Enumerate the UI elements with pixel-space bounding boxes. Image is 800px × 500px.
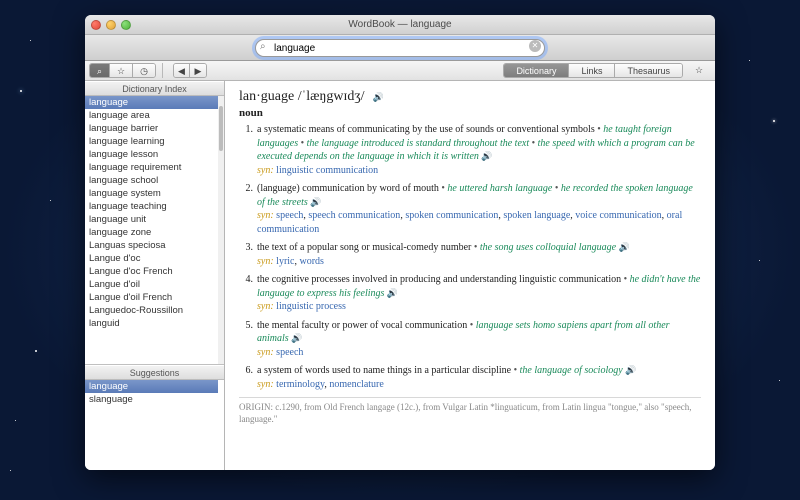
definition-item: 3.the text of a popular song or musical-… (243, 241, 701, 268)
history-button[interactable]: ◷ (133, 64, 155, 77)
synonym-link[interactable]: lyric (276, 256, 294, 267)
list-item[interactable]: language teaching (85, 200, 218, 213)
synonym-link[interactable]: linguistic communication (276, 165, 378, 176)
list-item[interactable]: language unit (85, 213, 218, 226)
definition-number: 3. (243, 241, 257, 268)
search-input[interactable] (255, 39, 545, 57)
list-item[interactable]: language lesson (85, 148, 218, 161)
definition-number: 5. (243, 319, 257, 360)
tab-dictionary[interactable]: Dictionary (504, 64, 569, 77)
definition-body: the mental faculty or power of vocal com… (257, 319, 701, 360)
suggestions-panel: Suggestions languageslanguage (85, 365, 224, 470)
app-window: WordBook — language ⌕ ✕ ⌕ ☆ ◷ ◀ ▶ Dictio… (85, 15, 715, 470)
origin-label: ORIGIN: (239, 402, 273, 412)
definition-item: 2.(language) communication by word of mo… (243, 182, 701, 236)
origin-text: c.1290, from Old French langage (12c.), … (239, 402, 691, 424)
list-item[interactable]: Langue d'oc (85, 252, 218, 265)
synonym-link[interactable]: speech communication (308, 210, 400, 221)
window-title: WordBook — language (131, 19, 669, 30)
list-item[interactable]: language barrier (85, 122, 218, 135)
synonym-link[interactable]: speech (276, 347, 303, 358)
synonym-link[interactable]: spoken language (503, 210, 570, 221)
scroll-thumb[interactable] (219, 106, 223, 151)
segment-bar: ⌕ ☆ ◷ ◀ ▶ Dictionary Links Thesaurus ☆ (85, 61, 715, 81)
definition-item: 6.a system of words used to name things … (243, 364, 701, 391)
list-item[interactable]: Languedoc-Roussillon (85, 304, 218, 317)
synonym-link[interactable]: nomenclature (329, 379, 383, 390)
list-item[interactable]: slanguage (85, 393, 218, 406)
view-tabs: Dictionary Links Thesaurus (503, 63, 683, 78)
list-item[interactable]: language zone (85, 226, 218, 239)
body: Dictionary Index languagelanguage areala… (85, 81, 715, 470)
suggestions-header: Suggestions (85, 365, 224, 380)
back-button[interactable]: ◀ (174, 64, 190, 77)
clear-search-icon[interactable]: ✕ (529, 40, 541, 52)
content: lan·guage /ˈlæŋgwɪdʒ/ 🔊 noun 1.a systema… (225, 81, 715, 470)
scrollbar[interactable] (218, 96, 224, 364)
bookmark-button[interactable]: ☆ (689, 65, 709, 76)
forward-button[interactable]: ▶ (190, 64, 206, 77)
synonym-link[interactable]: linguistic process (276, 301, 346, 312)
sidebar: Dictionary Index languagelanguage areala… (85, 81, 225, 470)
headword: lan·guage /ˈlæŋgwɪdʒ/ 🔊 (239, 89, 701, 105)
list-item[interactable]: language area (85, 109, 218, 122)
definition-number: 1. (243, 123, 257, 177)
definitions: 1.a systematic means of communicating by… (239, 123, 701, 391)
divider (162, 63, 163, 78)
search-mode-button[interactable]: ⌕ (90, 64, 110, 77)
list-item[interactable]: language system (85, 187, 218, 200)
search-wrap: ⌕ ✕ (255, 38, 545, 58)
toolbar: ⌕ ✕ (85, 35, 715, 61)
list-item[interactable]: Languas speciosa (85, 239, 218, 252)
close-button[interactable] (91, 20, 101, 30)
suggestions-list[interactable]: languageslanguage (85, 380, 224, 470)
titlebar: WordBook — language (85, 15, 715, 35)
list-item[interactable]: Langue d'oil (85, 278, 218, 291)
tab-links[interactable]: Links (569, 64, 615, 77)
favorites-button[interactable]: ☆ (110, 64, 133, 77)
definition-body: the text of a popular song or musical-co… (257, 241, 701, 268)
search-icon: ⌕ (260, 41, 266, 52)
list-item[interactable]: languid (85, 317, 218, 330)
definition-item: 4.the cognitive processes involved in pr… (243, 273, 701, 314)
list-item[interactable]: language learning (85, 135, 218, 148)
list-item[interactable]: language school (85, 174, 218, 187)
definition-item: 1.a systematic means of communicating by… (243, 123, 701, 177)
index-list[interactable]: languagelanguage arealanguage barrierlan… (85, 96, 224, 364)
headword-text: lan·guage /ˈlæŋgwɪdʒ/ (239, 89, 365, 105)
list-item[interactable]: Langue d'oil French (85, 291, 218, 304)
index-panel: Dictionary Index languagelanguage areala… (85, 81, 224, 365)
index-header: Dictionary Index (85, 81, 224, 96)
zoom-button[interactable] (121, 20, 131, 30)
definition-body: the cognitive processes involved in prod… (257, 273, 701, 314)
speaker-icon[interactable]: 🔊 (373, 92, 384, 103)
synonym-link[interactable]: spoken communication (405, 210, 498, 221)
synonym-link[interactable]: voice communication (575, 210, 661, 221)
definition-number: 4. (243, 273, 257, 314)
list-item[interactable]: language (85, 96, 218, 109)
part-of-speech: noun (239, 107, 701, 119)
tab-thesaurus[interactable]: Thesaurus (615, 64, 682, 77)
definition-body: a systematic means of communicating by t… (257, 123, 701, 177)
list-item[interactable]: Langue d'oc French (85, 265, 218, 278)
left-segment-group: ⌕ ☆ ◷ (89, 63, 156, 78)
list-item[interactable]: language requirement (85, 161, 218, 174)
definition-body: a system of words used to name things in… (257, 364, 701, 391)
definition-item: 5.the mental faculty or power of vocal c… (243, 319, 701, 360)
definition-number: 2. (243, 182, 257, 236)
synonym-link[interactable]: words (300, 256, 324, 267)
definition-number: 6. (243, 364, 257, 391)
list-item[interactable]: language (85, 380, 218, 393)
nav-arrows: ◀ ▶ (173, 63, 207, 78)
synonym-link[interactable]: terminology (276, 379, 324, 390)
definition-body: (language) communication by word of mout… (257, 182, 701, 236)
synonym-link[interactable]: speech (276, 210, 303, 221)
traffic-lights (91, 20, 131, 30)
minimize-button[interactable] (106, 20, 116, 30)
origin: ORIGIN: c.1290, from Old French langage … (239, 397, 701, 425)
